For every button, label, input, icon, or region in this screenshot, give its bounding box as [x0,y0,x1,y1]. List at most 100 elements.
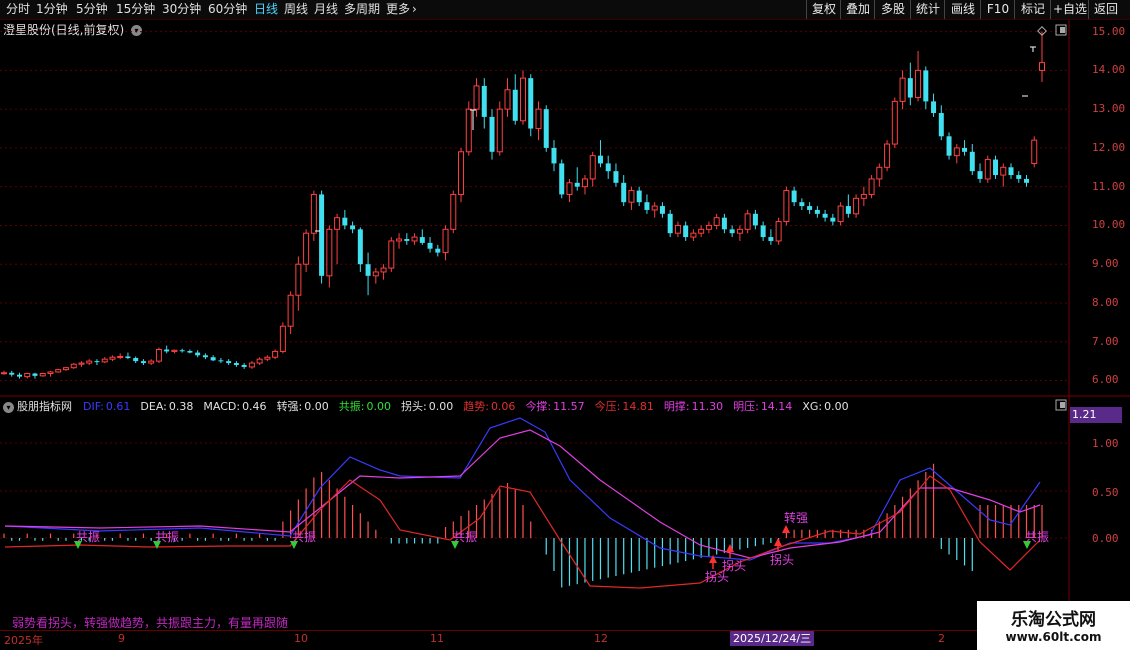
candle-body [404,239,410,241]
candle-body [202,355,208,358]
candle-body [566,182,573,195]
candle-body [388,240,395,269]
indicator-key: 明撑: [663,400,690,413]
price-tick-label: 15.00 [1092,24,1126,38]
candle-body [179,350,185,352]
candle-body [705,224,712,230]
candle-body [891,100,898,145]
price-tick-label: 7.00 [1092,334,1119,348]
candle-body [946,136,952,156]
candle-body [39,373,46,377]
indicator-menu-icon[interactable]: ▾ [3,401,14,413]
candle-body [543,109,549,148]
indicator-item: 拐头: 0.00 [401,400,458,413]
candle-body [210,357,216,361]
candle-body [814,209,820,214]
candle-body [326,228,333,277]
indicator-key: DIF: [83,400,104,413]
indicator-item: 趋势: 0.06 [463,400,520,413]
candle-body [473,85,480,110]
indicator-item: 共振: 0.00 [339,400,396,413]
candle-body [70,363,77,369]
watermark: 乐淘公式网 www.60lt.com [977,601,1130,650]
date-label: 11 [430,632,444,645]
candle-body [1016,175,1022,179]
candle-body [636,190,642,203]
indicator-key: DEA: [140,400,167,413]
candle-body [969,151,975,172]
window-icon-fill [1060,27,1065,33]
date-label: 12 [594,632,608,645]
candle-body [78,362,85,365]
candle-body [574,182,580,187]
indicator-item: XG: 0.00 [802,400,853,413]
cursor-date: 2025/12/24/三 [730,631,815,646]
indicator-value: 0.00 [304,400,329,413]
candle-body [101,358,108,363]
up-arrow-icon [726,544,734,552]
candle-body [218,360,224,362]
watermark-url: www.60lt.com [1005,630,1102,644]
candle-body [504,89,511,110]
candle-body [899,77,906,102]
candle-body [148,360,155,364]
up-arrow-icon [774,538,782,546]
candle-body [984,159,991,180]
candle-body [334,217,341,230]
price-tick-label: 8.00 [1092,295,1119,309]
candle-body [310,193,317,234]
candle-body [109,356,116,360]
indicator-value: 11.30 [691,400,724,413]
candle-body [264,356,271,360]
candle-body [651,205,658,211]
indicator-item: 明压: 14.14 [733,400,797,413]
candle-body [822,213,828,218]
candle-body [860,193,867,199]
candle-body [1039,62,1045,71]
indicator-key: 趋势: [463,400,489,413]
candle-body [551,147,557,164]
candle-body [621,182,627,203]
price-tick-label: 9.00 [1092,257,1119,271]
candle-body [496,108,503,153]
candle-body [365,264,371,276]
chart-canvas: 共振 共振 共振 共振 共振拐头拐头 拐头转强 [0,20,1130,630]
indicator-item: DIF: 0.61 [83,400,135,413]
candle-body [713,217,720,226]
candle-body [807,206,813,210]
candle-body [683,225,689,238]
candle-body [644,202,650,210]
price-tick-label: 6.00 [1092,373,1119,387]
candle-body [993,159,999,176]
date-label: 2025年 [4,634,43,647]
date-label: 2 [938,632,945,645]
candle-body [721,217,727,230]
candle-body [171,349,178,352]
candle-body [272,350,279,358]
indicator-key: 转强: [276,400,303,413]
candle-body [768,237,774,241]
candle-body [164,349,170,352]
candle-body [868,178,875,195]
date-label: 9 [118,632,125,645]
candle-body [744,213,751,230]
candle-body [775,221,782,242]
macd-tick-label: 0.50 [1092,486,1119,499]
candle-body [1,372,7,375]
indicator-name[interactable]: 股朋指标网 [17,400,72,413]
candle-body [319,194,325,276]
candle-body [884,143,891,168]
candle-body [372,271,379,277]
candle-body [241,364,247,367]
candle-body [350,225,356,230]
candle-body [47,371,54,375]
candle-body [938,113,944,137]
candle-body [520,77,526,122]
indicator-item: MACD: 0.46 [203,400,271,413]
candle-body [528,78,534,129]
candle-body [16,374,22,377]
indicator-item: DEA: 0.38 [140,400,198,413]
candle-body [24,373,31,378]
candle-body [458,151,465,195]
candle-body [133,358,139,362]
